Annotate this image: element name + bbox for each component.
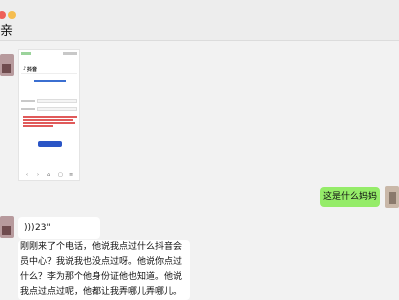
my-avatar[interactable] [385, 186, 399, 208]
divider [21, 73, 77, 74]
form-input [37, 99, 77, 103]
warning-text [23, 119, 73, 121]
chat-title: 亲 [0, 24, 14, 39]
voice-wave-icon: ))) [24, 223, 35, 233]
form-input [37, 107, 77, 111]
warning-text [23, 116, 77, 118]
forward-icon: › [37, 172, 39, 178]
voice-transcript-bubble[interactable]: 刚刚来了个电话，他说我点过什么抖音会员中心？我说我也没点过呀。他说你点过什么？李… [18, 240, 190, 300]
form-heading [34, 80, 66, 82]
voice-message-bubble[interactable]: ))) 23" [18, 217, 100, 239]
outgoing-message-bubble[interactable]: 这是什么妈妈 [320, 187, 380, 207]
tabs-icon: ▢ [58, 172, 63, 178]
contact-avatar[interactable] [0, 54, 14, 76]
submit-button [38, 141, 62, 147]
douyin-logo-icon: ♪ [23, 66, 27, 72]
contact-avatar[interactable] [0, 216, 14, 238]
phone-status-bar [21, 52, 77, 55]
douyin-app-name: 抖音 [27, 67, 38, 73]
warning-text [23, 125, 53, 127]
home-icon: ⌂ [47, 172, 51, 178]
back-icon: ‹ [26, 172, 28, 178]
minimize-window-button[interactable] [8, 11, 16, 19]
title-bar: 亲 [0, 0, 399, 40]
warning-text [23, 122, 75, 124]
close-window-button[interactable] [0, 11, 6, 19]
shared-screenshot-image[interactable]: ♪ 抖音 ‹ › ⌂ ▢ ≡ [18, 49, 80, 181]
menu-icon: ≡ [69, 172, 74, 178]
phone-nav-bar: ‹ › ⌂ ▢ ≡ [19, 172, 79, 178]
form-label [21, 108, 35, 110]
form-label [21, 100, 35, 102]
voice-duration: 23" [35, 223, 51, 233]
